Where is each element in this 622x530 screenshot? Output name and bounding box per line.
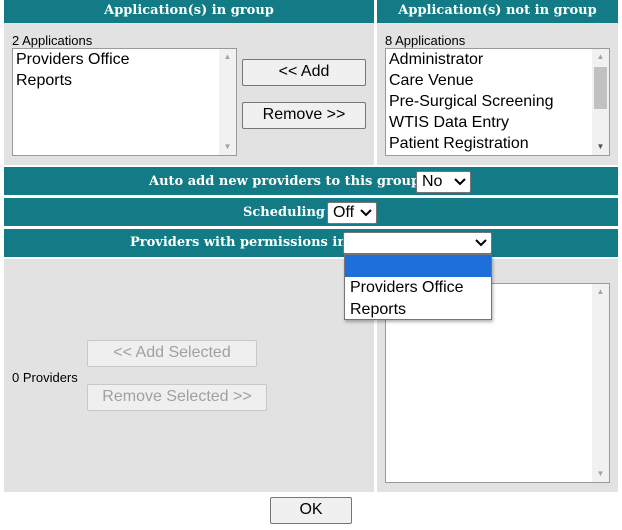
in-group-count: 2 Applications [12,33,93,48]
dropdown-option-reports[interactable]: Reports [345,299,491,321]
scroll-down-icon[interactable]: ▼ [592,466,609,482]
auto-add-value: No [422,173,443,190]
scroll-up-icon[interactable]: ▲ [219,49,236,65]
scrollbar-thumb[interactable] [594,67,607,109]
chevron-down-icon [360,203,372,229]
scroll-up-icon[interactable]: ▲ [592,284,609,300]
ok-button[interactable]: OK [270,497,352,524]
scroll-up-icon[interactable]: ▲ [592,49,609,65]
header-applications-not-in-group: Application(s) not in group [377,0,618,23]
scroll-down-icon[interactable]: ▼ [219,139,236,155]
list-item[interactable]: WTIS Data Entry [386,112,609,133]
chevron-down-icon [454,172,466,198]
in-group-scrollbar[interactable]: ▲ ▼ [219,49,236,155]
providers-scrollbar[interactable]: ▲ ▼ [592,284,609,482]
scroll-down-icon[interactable]: ▼ [592,139,609,155]
list-item[interactable]: Reports [13,70,236,91]
scheduling-label: Scheduling [243,205,325,220]
permissions-label: Providers with permissions in [130,235,347,250]
add-button[interactable]: << Add [242,59,366,86]
dropdown-option-providers-office[interactable]: Providers Office [345,277,491,299]
auto-add-label: Auto add new providers to this group [149,174,421,189]
not-in-group-listbox[interactable]: Administrator Care Venue Pre-Surgical Sc… [385,48,610,156]
remove-selected-button[interactable]: Remove Selected >> [87,384,267,411]
remove-button[interactable]: Remove >> [242,102,366,129]
add-selected-button[interactable]: << Add Selected [87,340,257,367]
in-group-listbox[interactable]: Providers Office Reports ▲ ▼ [12,48,237,156]
list-item[interactable]: Care Venue [386,70,609,91]
header-applications-in-group: Application(s) in group [4,0,374,23]
not-in-group-count: 8 Applications [385,33,466,48]
list-item[interactable]: Administrator [386,49,609,70]
providers-count: 0 Providers [12,370,78,385]
list-item[interactable]: Patient Registration [386,133,609,154]
auto-add-select[interactable]: No [416,171,471,193]
dropdown-option-blank[interactable] [345,255,491,277]
list-item[interactable]: Providers Office [13,49,236,70]
scheduling-select[interactable]: Off [327,202,377,224]
permissions-dropdown[interactable]: Providers Office Reports [344,254,492,320]
not-in-group-scrollbar[interactable]: ▲ ▼ [592,49,609,155]
scheduling-value: Off [333,204,355,221]
permissions-select[interactable] [343,232,492,254]
list-item[interactable]: Pre-Surgical Screening [386,91,609,112]
